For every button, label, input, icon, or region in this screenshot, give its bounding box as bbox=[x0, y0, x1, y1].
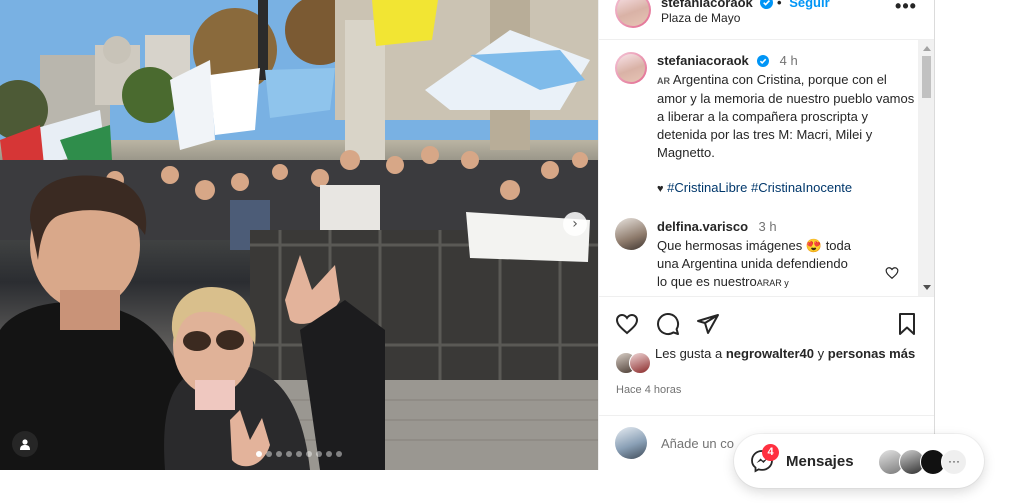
carousel-dot bbox=[336, 451, 342, 457]
verified-badge-icon bbox=[757, 55, 770, 67]
carousel-dot bbox=[266, 451, 272, 457]
messages-button[interactable]: 4 Mensajes ··· bbox=[734, 434, 984, 488]
more-icon: ••• bbox=[895, 0, 917, 16]
carousel-dot bbox=[316, 451, 322, 457]
comment-bubble-icon bbox=[657, 313, 680, 335]
carousel-dot bbox=[296, 451, 302, 457]
caption-avatar[interactable] bbox=[615, 52, 647, 84]
current-user-avatar bbox=[615, 427, 647, 459]
carousel-indicator bbox=[0, 451, 598, 457]
share-button[interactable] bbox=[694, 310, 722, 338]
heart-symbol: ♥ bbox=[657, 183, 664, 195]
carousel-dot bbox=[256, 451, 262, 457]
commenter-username[interactable]: delfina.varisco bbox=[657, 219, 748, 234]
save-button[interactable] bbox=[893, 310, 921, 338]
comment-time[interactable]: 3 h bbox=[759, 219, 777, 234]
author-username[interactable]: stefaniacoraok bbox=[661, 0, 753, 10]
liker-avatar bbox=[629, 352, 651, 374]
hashtag-link[interactable]: #CristinaLibre bbox=[667, 180, 747, 195]
commenter-avatar[interactable] bbox=[615, 218, 647, 250]
messages-label: Mensajes bbox=[786, 453, 854, 470]
liker-avatars[interactable] bbox=[615, 352, 655, 374]
comments-scrollbar[interactable] bbox=[918, 40, 935, 296]
heart-eyes-emoji: 😍 bbox=[805, 238, 823, 253]
carousel-dot bbox=[326, 451, 332, 457]
dot-separator: • bbox=[777, 0, 786, 10]
post-timestamp[interactable]: Hace 4 horas bbox=[616, 384, 681, 396]
carousel-dot bbox=[286, 451, 292, 457]
caption-text: AR Argentina con Cristina, porque con el… bbox=[657, 71, 919, 162]
carousel-dot bbox=[306, 451, 312, 457]
comment-button[interactable] bbox=[654, 310, 682, 338]
chevron-right-icon: › bbox=[572, 216, 578, 232]
flag-ar-icon: AR bbox=[756, 278, 770, 288]
likes-others-link[interactable]: personas más bbox=[828, 346, 915, 361]
carousel-dot bbox=[276, 451, 282, 457]
protest-photo-illustration bbox=[0, 0, 598, 470]
next-photo-button[interactable]: › bbox=[563, 212, 587, 236]
add-comment-input[interactable]: Añade un co bbox=[661, 436, 734, 451]
bookmark-icon bbox=[899, 313, 915, 335]
paper-plane-icon bbox=[697, 314, 719, 334]
post-header: stefaniacoraok • Seguir Plaza de Mayo ••… bbox=[599, 0, 935, 40]
author-avatar[interactable] bbox=[615, 0, 651, 28]
scroll-up-arrow-icon[interactable] bbox=[923, 46, 931, 51]
post-location[interactable]: Plaza de Mayo bbox=[661, 11, 740, 25]
post-details-panel: stefaniacoraok • Seguir Plaza de Mayo ••… bbox=[598, 0, 935, 470]
flag-ar-icon: AR bbox=[657, 76, 670, 86]
more-conversations-indicator: ··· bbox=[941, 449, 967, 475]
heart-icon bbox=[615, 313, 639, 335]
verified-badge-icon bbox=[760, 0, 774, 9]
like-button[interactable] bbox=[613, 310, 641, 338]
more-options-button[interactable]: ••• bbox=[895, 0, 917, 18]
scroll-thumb[interactable] bbox=[922, 56, 931, 98]
follow-button[interactable]: Seguir bbox=[789, 0, 829, 10]
caption-username[interactable]: stefaniacoraok bbox=[657, 53, 749, 68]
like-comment-heart-icon[interactable] bbox=[885, 266, 899, 280]
conversation-avatars: ··· bbox=[878, 449, 968, 475]
caption-time[interactable]: 4 h bbox=[780, 53, 798, 68]
post-photo[interactable]: › bbox=[0, 0, 598, 470]
likes-summary: Les gusta a negrowalter40 y personas más bbox=[655, 346, 916, 361]
unread-count-badge: 4 bbox=[762, 444, 779, 461]
liker-username[interactable]: negrowalter40 bbox=[726, 346, 814, 361]
user-icon bbox=[20, 439, 30, 450]
comments-list[interactable]: stefaniacoraok 4 h AR Argentina con Cris… bbox=[599, 40, 919, 296]
hashtag-link[interactable]: #CristinaInocente bbox=[751, 180, 852, 195]
scroll-down-arrow-icon[interactable] bbox=[923, 285, 931, 290]
page-divider bbox=[934, 0, 935, 470]
caption-body: Argentina con Cristina, porque con el am… bbox=[657, 72, 915, 160]
comment-text: Que hermosas imágenes 😍 toda una Argenti… bbox=[657, 238, 851, 289]
caption-hashtags: ♥ #CristinaLibre #CristinaInocente bbox=[657, 179, 919, 198]
